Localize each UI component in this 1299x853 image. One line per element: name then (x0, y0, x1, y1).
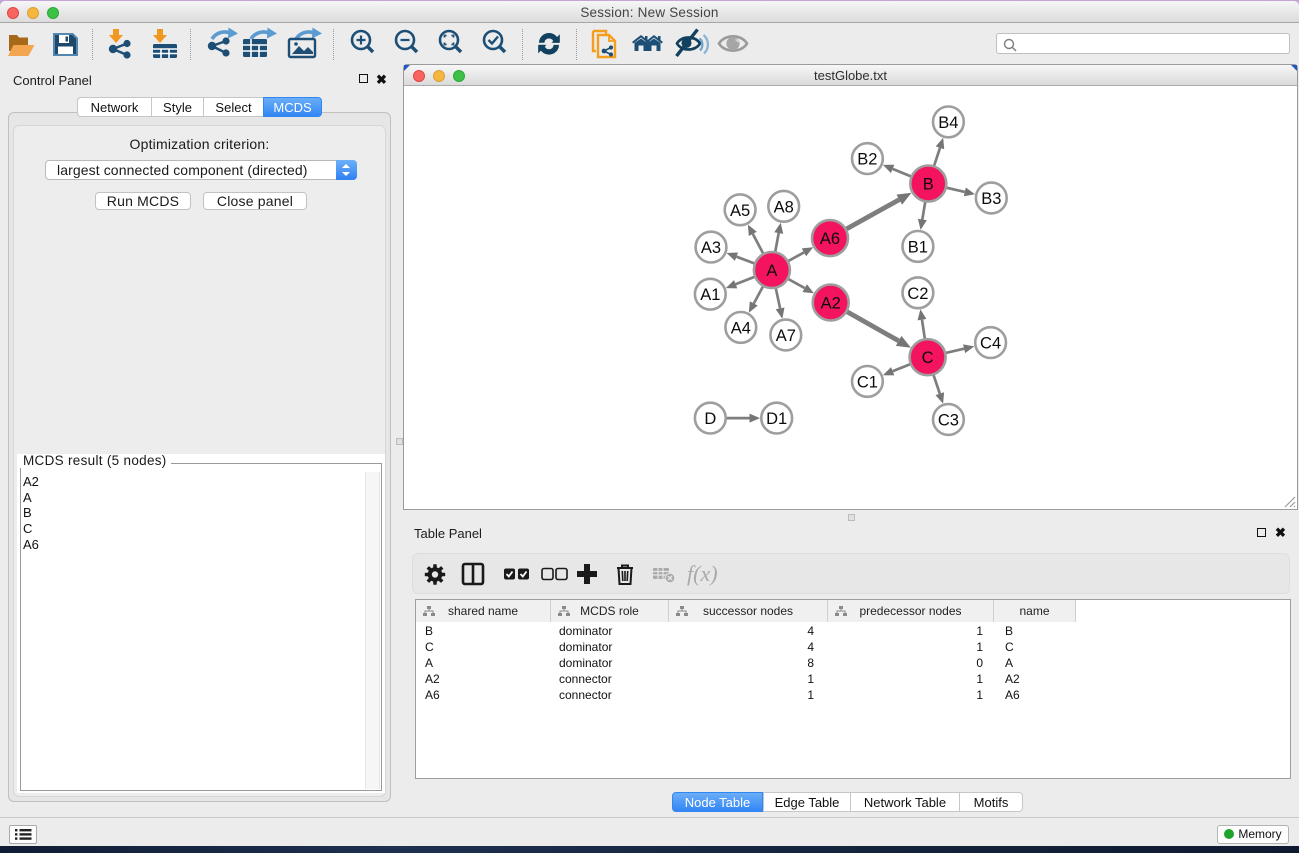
svg-text:A6: A6 (820, 230, 840, 248)
svg-text:C4: C4 (980, 335, 1001, 353)
svg-text:B3: B3 (981, 190, 1001, 208)
svg-text:A: A (766, 262, 777, 280)
svg-text:A1: A1 (700, 286, 720, 304)
svg-text:C2: C2 (907, 285, 928, 303)
svg-text:A8: A8 (774, 198, 794, 216)
svg-text:C: C (922, 349, 934, 367)
svg-text:A5: A5 (730, 202, 750, 220)
svg-text:A4: A4 (731, 319, 751, 337)
svg-text:B: B (923, 176, 934, 194)
svg-text:C1: C1 (857, 373, 878, 391)
svg-text:f(x): f(x) (687, 561, 718, 586)
svg-text:A3: A3 (701, 239, 721, 257)
svg-text:D1: D1 (766, 410, 787, 428)
svg-text:B1: B1 (908, 238, 928, 256)
svg-text:A7: A7 (776, 327, 796, 345)
svg-text:B4: B4 (938, 114, 958, 132)
svg-text:B2: B2 (857, 151, 877, 169)
svg-text:C3: C3 (938, 412, 959, 430)
svg-text:D: D (704, 410, 716, 428)
svg-text:A2: A2 (821, 295, 841, 313)
